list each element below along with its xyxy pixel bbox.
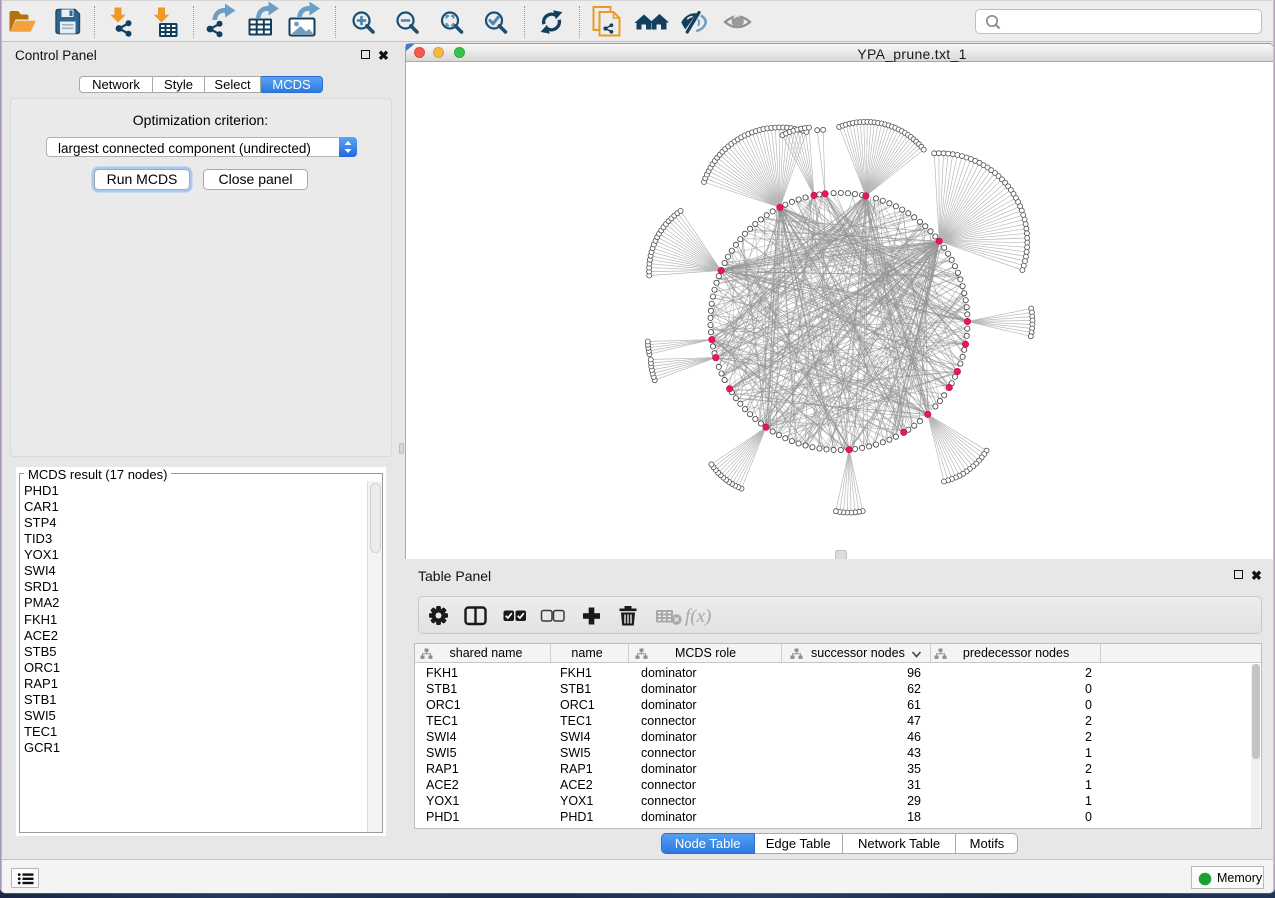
- svg-text:f(x): f(x): [685, 606, 711, 627]
